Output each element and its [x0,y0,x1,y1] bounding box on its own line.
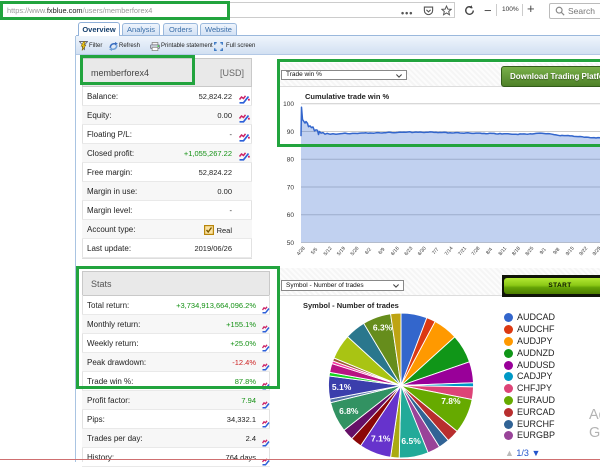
svg-text:7.8%: 7.8% [441,396,461,406]
svg-text:6.3%: 6.3% [373,323,393,333]
svg-text:6.5%: 6.5% [401,436,421,446]
svg-text:7.1%: 7.1% [371,433,391,443]
svg-text:6.8%: 6.8% [339,406,359,416]
svg-text:5.1%: 5.1% [332,382,352,392]
